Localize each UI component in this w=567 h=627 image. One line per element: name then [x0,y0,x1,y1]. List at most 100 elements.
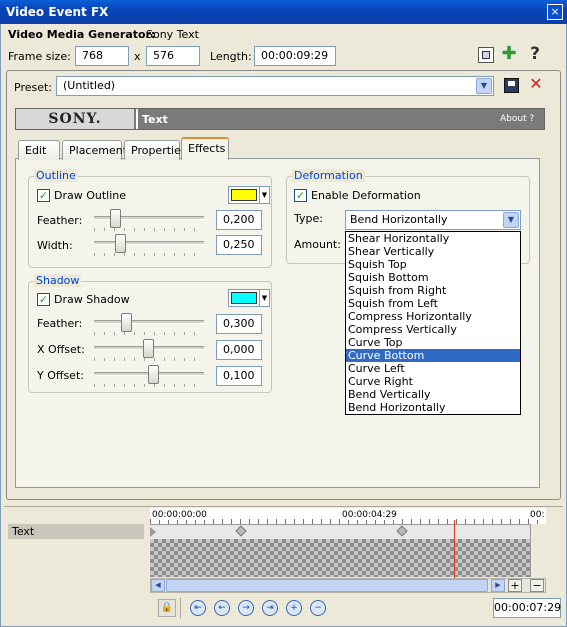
dropdown-option[interactable]: Compress Vertically [346,323,520,336]
dropdown-option[interactable]: Curve Right [346,375,520,388]
preset-combo[interactable]: (Untitled) [56,76,494,96]
ruler-start-time: 00:00:00:00 [152,510,207,520]
dropdown-option[interactable]: Bend Horizontally [346,401,520,414]
shadow-yoffset-label: Y Offset: [37,369,84,382]
last-keyframe-icon[interactable]: ⇥ [262,600,278,616]
dropdown-option[interactable]: Compress Horizontally [346,310,520,323]
draw-outline-checkbox[interactable]: ✓ [37,189,50,202]
track-header-area [6,508,149,598]
tab-edit[interactable]: Edit [18,140,60,160]
outline-feather-thumb[interactable] [110,209,121,228]
track-label[interactable]: Text [8,524,144,539]
lock-keyframes-icon[interactable]: 🔒 [158,599,176,617]
dropdown-option[interactable]: Squish from Left [346,297,520,310]
about-link[interactable]: About ? [500,114,534,124]
playhead-cursor[interactable] [454,520,455,578]
save-preset-icon[interactable] [504,78,519,93]
enable-deformation-label: Enable Deformation [311,189,421,202]
outline-feather-input[interactable]: 0,200 [216,210,262,230]
zoom-in-button[interactable]: + [508,579,522,592]
shadow-color-swatch[interactable] [228,289,260,307]
deformation-type-list[interactable]: Shear Horizontally Shear Vertically Squish… [345,231,521,415]
first-keyframe-icon[interactable]: ⇤ [190,600,206,616]
generator-value: Sony Text [146,28,199,41]
track-label-text: Text [12,525,35,538]
deformation-type-arrow[interactable]: ▼ [503,212,519,228]
draw-outline-label: Draw Outline [54,189,127,202]
window-title: Video Event FX [6,5,109,19]
dropdown-option[interactable]: Curve Left [346,362,520,375]
frame-width-input[interactable]: 768 [75,46,129,66]
prev-keyframe-icon[interactable]: ← [214,600,230,616]
tab-properties[interactable]: Properties [124,140,187,160]
x-label: x [134,50,141,63]
shadow-yoffset-thumb[interactable] [148,365,159,384]
zoom-out-button[interactable]: − [530,579,544,592]
deformation-type-select[interactable]: Bend Horizontally [345,210,521,230]
dropdown-option[interactable]: Shear Vertically [346,245,520,258]
frame-height-input[interactable]: 576 [146,46,200,66]
frame-size-label: Frame size: [8,50,71,63]
outline-group-title: Outline [34,169,78,182]
scroll-thumb[interactable] [166,579,488,592]
shadow-yoffset-input[interactable]: 0,100 [216,366,262,386]
outline-feather-label: Feather: [37,214,83,227]
dropdown-option[interactable]: Curve Top [346,336,520,349]
shadow-color-arrow[interactable]: ▼ [260,289,270,307]
shadow-feather-input[interactable]: 0,300 [216,314,262,334]
keyframe-start-marker[interactable] [150,527,156,537]
length-input[interactable]: 00:00:09:29 [254,46,336,66]
deformation-type-value: Bend Horizontally [350,213,448,226]
dropdown-option[interactable]: Curve Bottom [346,349,520,362]
shadow-xoffset-input[interactable]: 0,000 [216,340,262,360]
delete-keyframe-icon[interactable]: − [310,600,326,616]
dropdown-option[interactable]: Shear Horizontally [346,232,520,245]
close-button[interactable]: × [547,4,563,20]
deformation-group-title: Deformation [292,169,365,182]
outline-width-track [94,241,204,245]
dropdown-option[interactable]: Bend Vertically [346,388,520,401]
outline-color-arrow[interactable]: ▼ [260,186,270,204]
keyframe-row[interactable] [150,524,546,539]
dropdown-option[interactable]: Squish Bottom [346,271,520,284]
draw-shadow-checkbox[interactable]: ✓ [37,293,50,306]
shadow-feather-ticks [94,332,204,335]
ruler-end-time: 00: [530,510,545,520]
outline-color-swatch[interactable] [228,186,260,204]
delete-preset-icon[interactable]: ✕ [528,74,544,94]
shadow-xoffset-label: X Offset: [37,343,85,356]
dropdown-option[interactable]: Squish from Right [346,284,520,297]
help-icon[interactable]: ? [526,44,544,64]
track-content-area[interactable] [150,539,546,577]
window-titlebar: Video Event FX [0,0,567,24]
preset-label: Preset: [14,81,53,94]
compositing-icon[interactable] [478,47,494,63]
outline-width-thumb[interactable] [115,234,126,253]
scroll-right-button[interactable]: ▶ [491,579,505,592]
shadow-yoffset-ticks [94,384,204,387]
add-keyframe-icon[interactable]: + [286,600,302,616]
tab-placement[interactable]: Placement [62,140,127,160]
shadow-group-title: Shadow [34,274,82,287]
current-time-display[interactable]: 00:00:07:29 [493,598,561,618]
preset-dropdown-arrow[interactable]: ▼ [476,78,492,94]
outline-feather-ticks [94,228,204,231]
plugin-name: Text [142,113,168,126]
dropdown-option[interactable]: Squish Top [346,258,520,271]
outline-width-ticks [94,253,204,256]
enable-deformation-checkbox[interactable]: ✓ [294,189,307,202]
preset-value: (Untitled) [63,79,116,92]
shadow-xoffset-ticks [94,358,204,361]
tab-effects[interactable]: Effects [181,137,229,160]
plugin-chain-icon[interactable]: ✚ [500,45,518,64]
draw-shadow-label: Draw Shadow [54,293,130,306]
outline-width-input[interactable]: 0,250 [216,235,262,255]
timeline-separator [4,506,563,507]
toolbar-separator [180,598,181,618]
scroll-left-button[interactable]: ◀ [151,579,165,592]
next-keyframe-icon[interactable]: → [238,600,254,616]
shadow-feather-thumb[interactable] [121,313,132,332]
shadow-xoffset-thumb[interactable] [143,339,154,358]
outline-width-label: Width: [37,239,73,252]
banner-divider [136,109,138,129]
